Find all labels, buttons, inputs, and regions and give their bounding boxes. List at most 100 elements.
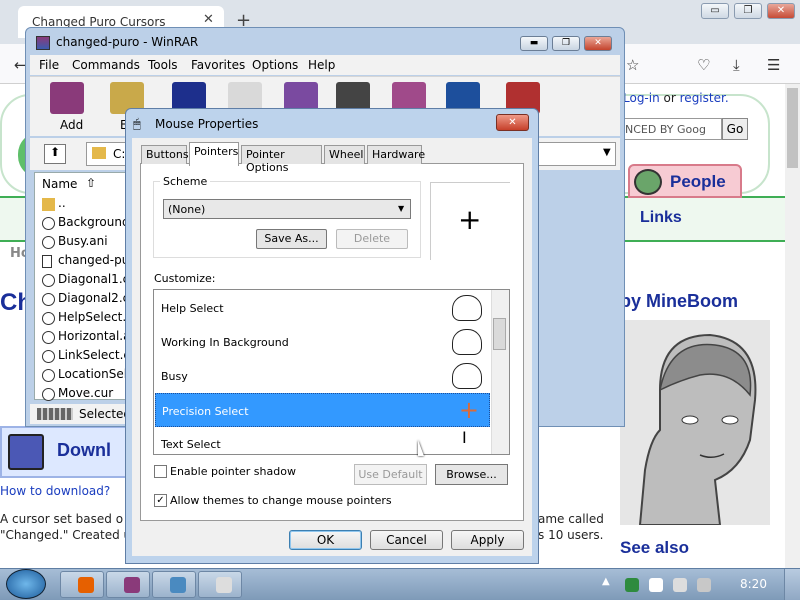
cursor-row[interactable]: Precision Select + [155,393,490,427]
taskbar-winrar[interactable] [106,571,150,598]
ok-button[interactable]: OK [289,530,362,550]
site-search-input[interactable]: NCED BY Goog [622,118,722,140]
enable-shadow-checkbox[interactable] [154,465,167,478]
puro-cursor-icon [452,329,482,355]
register-link[interactable]: register. [680,91,729,105]
tab-buttons[interactable]: Buttons [141,145,189,164]
tab-pointer-options[interactable]: Pointer Options [241,145,322,174]
winrar-minimize-button[interactable]: ▬ [520,36,548,51]
tab-close-icon[interactable]: ✕ [203,12,217,27]
pocket-icon[interactable]: ♡ [697,56,710,74]
star-icon[interactable]: ☆ [626,56,639,74]
description-line-2-end: s 10 users. [538,528,604,542]
file-row[interactable]: LinkSelect.cu [42,348,138,367]
flag-icon[interactable] [649,578,663,592]
dialog-title: Mouse Properties [155,117,259,131]
browser-restore-button[interactable]: ❐ [734,3,762,19]
toolbar-label[interactable]: Add [60,118,83,132]
cursor-row[interactable]: Working In Background [155,325,490,359]
ibeam-cursor-icon: I [462,428,467,447]
file-row[interactable]: LocationSele [42,367,134,386]
how-to-download-link[interactable]: How to download? [0,484,110,498]
cursor-row[interactable]: Busy [155,359,490,393]
winrar-restore-button[interactable]: ❐ [552,36,580,51]
browser-close-button[interactable]: ✕ [767,3,795,19]
menu-options[interactable]: Options [252,58,298,72]
menu-favorites[interactable]: Favorites [191,58,245,72]
menu-tools[interactable]: Tools [148,58,178,72]
drive-key-icon [37,408,73,420]
menu-file[interactable]: File [39,58,59,72]
cursor-row[interactable]: Text Select [155,427,490,461]
browser-minimize-button[interactable]: ▭ [701,3,729,19]
cancel-button[interactable]: Cancel [370,530,443,550]
browse-button[interactable]: Browse... [435,464,508,485]
download-icon[interactable]: ⤓ [733,56,740,74]
document-icon [42,255,52,268]
file-row[interactable]: Diagonal1.cu [42,272,137,291]
start-button[interactable] [6,569,46,599]
security-icon[interactable] [625,578,639,592]
page-scroll-thumb[interactable] [787,88,798,168]
login-link[interactable]: Log-in [623,91,660,105]
file-row[interactable]: Busy.ani [42,234,108,253]
cursor-list-scroll-thumb[interactable] [493,318,506,350]
column-header-name[interactable]: Name [42,177,77,191]
tray-expand-icon[interactable]: ▲ [602,576,610,587]
description-line-1-end: ame called [538,512,604,526]
taskbar-control-panel[interactable] [152,571,196,598]
folder-icon [92,147,106,159]
file-row[interactable]: Background. [42,215,133,234]
crosshair-cursor-icon: + [458,396,479,424]
taskbar-mouse-properties[interactable] [198,571,242,598]
people-icon [634,169,662,195]
clock[interactable]: 8:20 [740,577,767,591]
cursor-file-icon [42,369,55,382]
network-icon[interactable] [673,578,687,592]
cursor-row[interactable]: Help Select [155,291,490,325]
download-label[interactable]: Downl [57,440,111,461]
winrar-close-button[interactable]: ✕ [584,36,612,51]
cursor-list-scrollbar[interactable] [491,290,509,454]
cursor-file-icon [42,274,55,287]
menu-icon[interactable]: ☰ [767,56,780,74]
file-row[interactable]: .. [42,196,66,215]
dialog-close-button[interactable]: ✕ [496,114,529,131]
up-folder-button[interactable]: ⬆ [44,144,66,164]
delete-button[interactable]: Delete [336,229,408,249]
go-button[interactable]: Go [722,118,748,140]
cursor-file-icon [42,236,55,249]
file-row[interactable]: Horizontal.ar [42,329,135,348]
file-name: Move.cur [58,386,114,400]
portrait-image [620,320,770,526]
floppy-icon [8,434,44,470]
file-row[interactable]: HelpSelect.ar [42,310,138,329]
links-heading[interactable]: Links [640,209,682,227]
chevron-down-icon[interactable]: ▼ [398,204,404,213]
address-dropdown-icon[interactable]: ▼ [603,147,611,158]
tab-pointers[interactable]: Pointers [189,142,239,166]
show-desktop-button[interactable] [784,569,800,600]
file-row[interactable]: changed-pur [42,253,134,272]
scheme-select[interactable]: (None) [163,199,411,219]
tab-hardware[interactable]: Hardware [367,145,425,164]
taskbar-firefox[interactable] [60,571,104,598]
menu-commands[interactable]: Commands [72,58,140,72]
allow-themes-checkbox[interactable]: ✓ [154,494,167,507]
allow-themes-label[interactable]: Allow themes to change mouse pointers [170,494,392,507]
use-default-button[interactable]: Use Default [354,464,427,485]
file-name: Busy.ani [58,234,108,248]
tab-wheel[interactable]: Wheel [324,145,365,164]
save-as-button[interactable]: Save As... [256,229,327,249]
control-panel-icon [170,577,186,593]
apply-button[interactable]: Apply [451,530,524,550]
file-name: LocationSele [58,367,135,381]
menu-help[interactable]: Help [308,58,335,72]
add-archive-icon[interactable] [50,82,84,114]
file-name: Background. [58,215,134,229]
cursor-name: Busy [161,370,188,383]
file-row[interactable]: Diagonal2.cu [42,291,137,310]
enable-shadow-label[interactable]: Enable pointer shadow [170,465,296,478]
file-row[interactable]: Move.cur [42,386,113,405]
volume-muted-icon[interactable] [697,578,711,592]
